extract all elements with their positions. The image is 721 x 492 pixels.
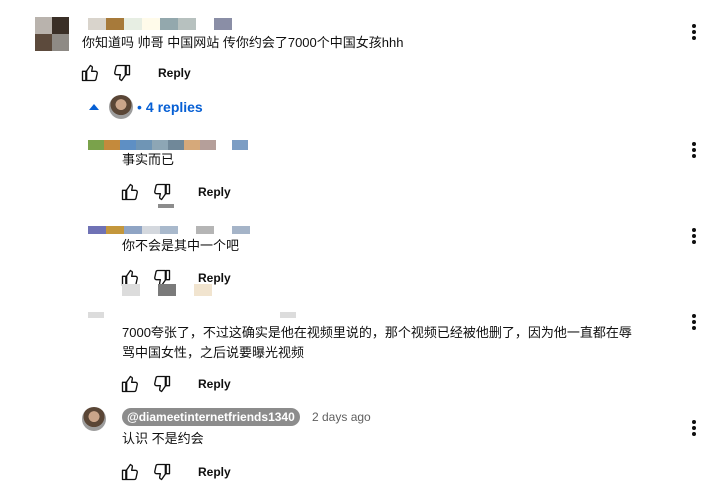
dot-separator: •	[137, 99, 142, 115]
reply-4-text: 认识 不是约会	[122, 431, 204, 446]
reply-4-like-icon[interactable]	[120, 462, 140, 482]
reply-1-text: 事实而已	[122, 152, 175, 167]
reply-2-redacted-header-2	[88, 226, 250, 234]
reply-2-redacted-header	[158, 204, 174, 208]
reply-4-timestamp[interactable]: 2 days ago	[312, 410, 371, 424]
reply-1-dislike-icon[interactable]	[152, 182, 172, 202]
reply-4-avatar[interactable]	[82, 407, 106, 431]
like-icon[interactable]	[80, 63, 100, 83]
reply-button[interactable]: Reply	[158, 66, 191, 80]
reply-3-more-options-icon[interactable]	[688, 312, 700, 332]
reply-author-avatar	[109, 95, 133, 119]
commenter-avatar[interactable]	[35, 17, 69, 51]
comment-more-options-icon[interactable]	[688, 22, 700, 42]
replies-toggle[interactable]: • 4 replies	[88, 95, 203, 119]
reply-1-more-options-icon[interactable]	[688, 140, 700, 160]
reply-4-reply-button[interactable]: Reply	[198, 465, 231, 479]
replies-count: 4 replies	[145, 99, 203, 115]
dislike-icon[interactable]	[112, 63, 132, 83]
reply-4-dislike-icon[interactable]	[152, 462, 172, 482]
reply-2-more-options-icon[interactable]	[688, 226, 700, 246]
reply-4-more-options-icon[interactable]	[688, 418, 700, 438]
reply-3-text-line-1: 7000夸张了，不过这确实是他在视频里说的，那个视频已经被他删了，因为他一直都在…	[122, 325, 632, 340]
reply-2-redacted-footer	[122, 284, 212, 296]
reply-3-text-line-2: 骂中国女性，之后说要曝光视频	[122, 345, 305, 360]
caret-up-icon	[89, 104, 99, 110]
comment-text: 你知道吗 帅哥 中国网站 传你约会了7000个中国女孩hhh	[82, 35, 404, 50]
reply-3-reply-button[interactable]: Reply	[198, 377, 231, 391]
reply-1-redacted-header	[88, 140, 248, 150]
reply-1-reply-button[interactable]: Reply	[198, 185, 231, 199]
reply-3-redacted-header	[88, 312, 296, 318]
reply-4-author-handle[interactable]: @diameetinternetfriends1340	[122, 408, 300, 426]
reply-1-like-icon[interactable]	[120, 182, 140, 202]
reply-3-dislike-icon[interactable]	[152, 374, 172, 394]
reply-2-reply-button[interactable]: Reply	[198, 271, 231, 285]
reply-2-text: 你不会是其中一个吧	[122, 238, 240, 253]
redacted-username	[88, 18, 232, 30]
reply-3-like-icon[interactable]	[120, 374, 140, 394]
